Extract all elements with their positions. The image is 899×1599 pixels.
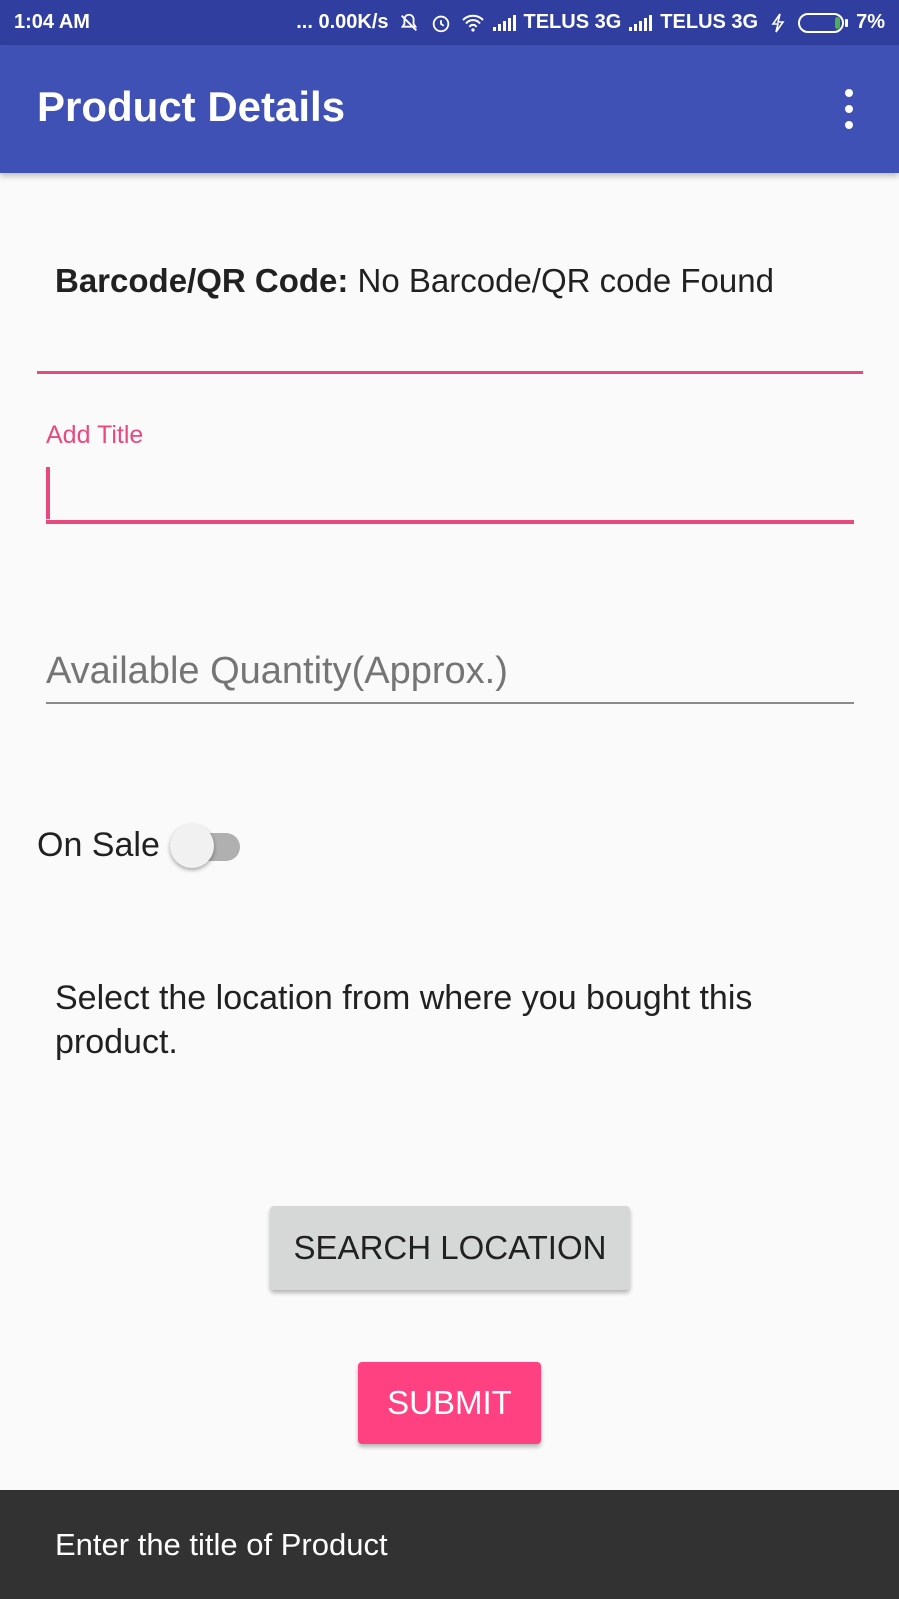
carrier-2: TELUS 3G	[660, 11, 759, 33]
quantity-input[interactable]	[46, 640, 854, 704]
location-prompt: Select the location from where you bough…	[55, 979, 753, 1061]
carrier-1: TELUS 3G	[523, 11, 622, 33]
status-bar: 1:04 AM ... 0.00K/s TELUS 3G TELUS 3G 7%	[0, 0, 899, 45]
battery-percent: 7%	[856, 11, 885, 33]
page-title: Product Details	[37, 83, 346, 130]
snackbar-message: Enter the title of Product	[55, 1526, 388, 1562]
mute-icon	[397, 11, 421, 35]
wifi-icon	[461, 11, 485, 35]
title-floating-label: Add Title	[46, 421, 144, 449]
submit-button[interactable]: SUBMIT	[358, 1362, 541, 1444]
status-time: 1:04 AM	[14, 11, 90, 33]
battery-icon	[798, 12, 849, 33]
title-input[interactable]	[46, 460, 854, 524]
app-bar: Product Details	[0, 45, 899, 173]
on-sale-label: On Sale	[37, 826, 160, 864]
barcode-label: Barcode/QR Code:	[55, 262, 349, 299]
signal-icon	[492, 14, 516, 31]
on-sale-switch[interactable]	[170, 824, 242, 868]
search-location-button[interactable]: SEARCH LOCATION	[270, 1206, 630, 1290]
more-vert-icon[interactable]	[839, 89, 859, 129]
charging-icon	[766, 11, 790, 35]
signal-icon-2	[629, 14, 653, 31]
barcode-divider	[37, 371, 863, 374]
network-speed: ... 0.00K/s	[296, 11, 389, 33]
switch-thumb	[170, 824, 214, 868]
barcode-value: No Barcode/QR code Found	[357, 262, 774, 299]
status-indicators: ... 0.00K/s TELUS 3G TELUS 3G 7%	[296, 11, 885, 35]
snackbar: Enter the title of Product	[0, 1490, 899, 1599]
alarm-icon	[429, 11, 453, 35]
barcode-row: Barcode/QR Code: No Barcode/QR code Foun…	[55, 262, 774, 300]
text-cursor	[46, 467, 50, 519]
